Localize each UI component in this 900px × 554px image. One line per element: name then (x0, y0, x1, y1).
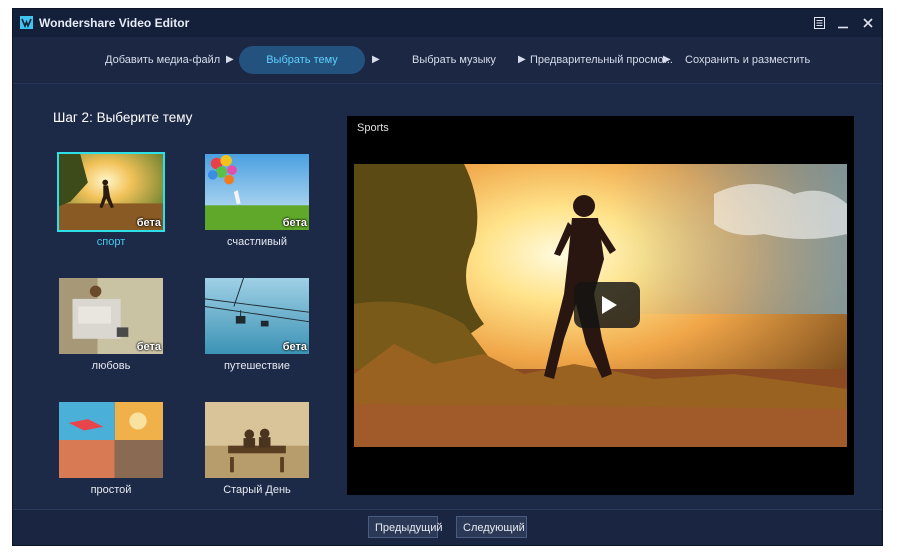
theme-label: любовь (91, 360, 131, 372)
app-window: Wondershare Video Editor Добавить медиа-… (12, 8, 883, 546)
theme-love[interactable]: бета любовь (57, 276, 165, 372)
beta-badge: бета (136, 217, 161, 229)
preview-video[interactable] (354, 164, 847, 447)
minimize-icon[interactable] (833, 13, 853, 33)
menu-icon[interactable] (809, 13, 829, 33)
theme-simple[interactable]: простой (57, 400, 165, 496)
theme-label: простой (90, 484, 132, 496)
play-icon (601, 296, 617, 314)
theme-label: путешествие (223, 360, 291, 372)
beta-badge: бета (136, 341, 161, 353)
beta-badge: бета (282, 217, 307, 229)
theme-travel[interactable]: бета путешествие (203, 276, 311, 372)
theme-label: счастливый (227, 236, 287, 248)
preview-title: Sports (357, 122, 389, 134)
step-preview[interactable]: Предварительный просмо... (530, 49, 673, 71)
theme-sport[interactable]: бета спорт (57, 152, 165, 248)
step-choose-theme[interactable]: Выбрать тему (239, 46, 365, 74)
window-title: Wondershare Video Editor (39, 16, 190, 30)
theme-thumbnail[interactable] (57, 400, 165, 480)
next-button[interactable]: Следующий (456, 516, 527, 538)
wizard-steps: Добавить медиа-файл ▶ Выбрать тему ▶ Выб… (13, 37, 882, 84)
theme-thumbnail[interactable]: бета (203, 276, 311, 356)
step-choose-music[interactable]: Выбрать музыку (412, 49, 496, 71)
theme-happy[interactable]: бета счастливый (203, 152, 311, 248)
theme-thumbnail[interactable] (203, 400, 311, 480)
play-button[interactable] (574, 282, 640, 328)
theme-thumbnail[interactable]: бета (57, 152, 165, 232)
preview-panel: Sports (347, 116, 854, 495)
theme-thumbnail[interactable]: бета (203, 152, 311, 232)
app-logo-icon (20, 16, 33, 29)
step-add-media[interactable]: Добавить медиа-файл (105, 49, 220, 71)
beta-badge: бета (282, 341, 307, 353)
step-arrow-icon: ▶ (226, 54, 234, 65)
footer-bar: Предыдущий Следующий (13, 509, 882, 545)
step-arrow-icon: ▶ (518, 54, 526, 65)
theme-old-day[interactable]: Старый День (203, 400, 311, 496)
step-arrow-icon: ▶ (663, 54, 671, 65)
step-arrow-icon: ▶ (372, 54, 380, 65)
title-bar[interactable]: Wondershare Video Editor (13, 9, 882, 37)
close-icon[interactable] (858, 13, 878, 33)
theme-label: Старый День (223, 484, 291, 496)
theme-thumbnail[interactable]: бета (57, 276, 165, 356)
step-heading: Шаг 2: Выберите тему (53, 110, 193, 125)
step-save-share[interactable]: Сохранить и разместить (685, 49, 810, 71)
previous-button[interactable]: Предыдущий (368, 516, 442, 538)
theme-label: спорт (96, 236, 126, 248)
